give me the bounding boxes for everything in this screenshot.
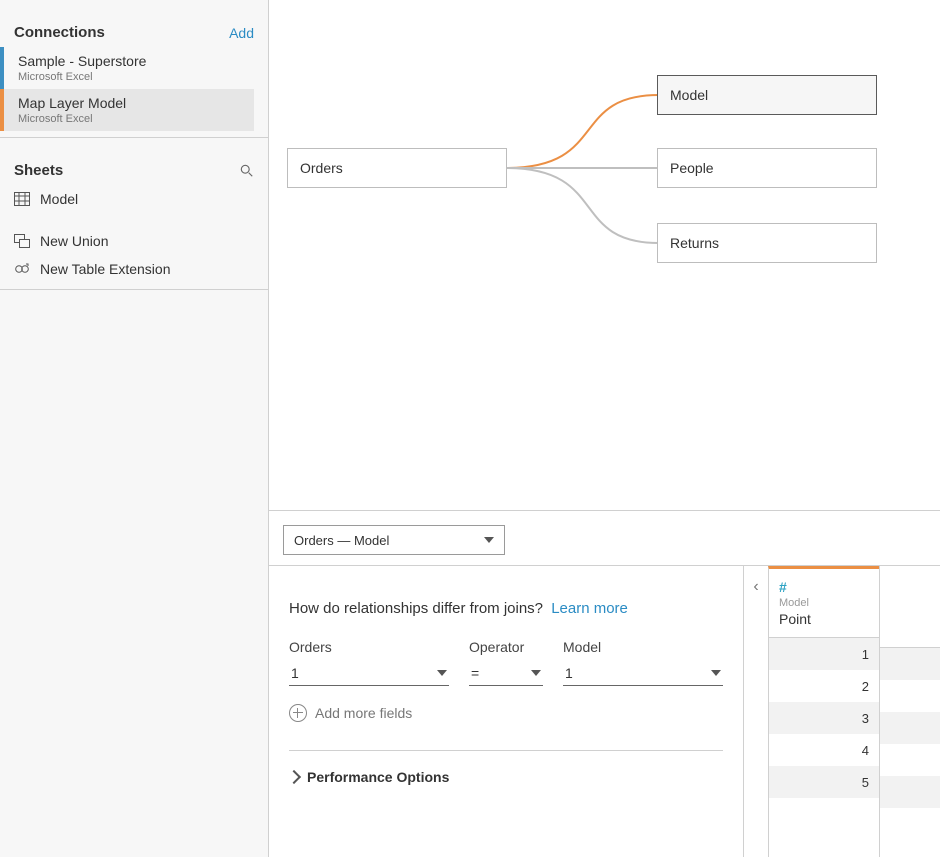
sheet-model[interactable]: Model: [14, 185, 254, 213]
table-icon: [14, 191, 30, 207]
relationship-editor: How do relationships differ from joins? …: [269, 566, 743, 857]
number-type-icon: #: [779, 579, 869, 595]
preview-header[interactable]: # Model Point: [769, 569, 879, 638]
sheet-label: Model: [40, 191, 78, 207]
data-preview: # Model Point 1 2 3 4 5: [768, 566, 879, 857]
search-icon[interactable]: [240, 164, 254, 178]
connection-map-layer-model[interactable]: Map Layer Model Microsoft Excel: [0, 89, 254, 131]
preview-source: Model: [779, 597, 869, 609]
preview-row: 2: [769, 670, 879, 702]
model-field-select[interactable]: 1: [563, 661, 723, 686]
node-returns[interactable]: Returns: [657, 223, 877, 263]
connections-heading: Connections: [14, 24, 105, 41]
union-icon: [14, 233, 30, 249]
operator-select[interactable]: =: [469, 661, 543, 686]
preview-extra-column: [879, 566, 940, 857]
preview-row: 5: [769, 766, 879, 798]
operator-label: Operator: [469, 639, 543, 655]
new-table-extension[interactable]: New Table Extension: [14, 255, 254, 283]
preview-row: 3: [769, 702, 879, 734]
node-orders[interactable]: Orders: [287, 148, 507, 188]
relationship-selector[interactable]: Orders — Model: [283, 525, 505, 555]
main-area: Orders Model People Returns Orders — Mod…: [269, 0, 940, 857]
sheets-heading: Sheets: [14, 162, 63, 179]
add-more-fields[interactable]: Add more fields: [289, 704, 723, 722]
preview-row: 4: [769, 734, 879, 766]
plus-icon: [289, 704, 307, 722]
help-text: How do relationships differ from joins? …: [289, 600, 723, 617]
divider: [0, 289, 268, 290]
connection-sample-superstore[interactable]: Sample - Superstore Microsoft Excel: [0, 47, 254, 89]
preview-row: 1: [769, 638, 879, 670]
learn-more-link[interactable]: Learn more: [551, 600, 628, 617]
chevron-down-icon: [484, 537, 494, 543]
new-union[interactable]: New Union: [14, 227, 254, 255]
data-model-canvas[interactable]: Orders Model People Returns: [269, 0, 940, 511]
relationship-bar: Orders — Model: [269, 511, 940, 566]
chevron-down-icon: [711, 670, 721, 676]
node-model[interactable]: Model: [657, 75, 877, 115]
preview-collapse-toggle[interactable]: ‹: [743, 566, 768, 857]
node-people[interactable]: People: [657, 148, 877, 188]
model-field-label: Model: [563, 639, 723, 655]
add-connection-link[interactable]: Add: [229, 25, 254, 41]
chevron-right-icon: [287, 770, 301, 784]
orders-field-select[interactable]: 1: [289, 661, 449, 686]
preview-field-name: Point: [779, 611, 869, 627]
performance-options-toggle[interactable]: Performance Options: [289, 750, 723, 785]
chevron-down-icon: [531, 670, 541, 676]
orders-field-label: Orders: [289, 639, 449, 655]
extension-icon: [14, 261, 30, 277]
chevron-down-icon: [437, 670, 447, 676]
left-panel: Connections Add Sample - Superstore Micr…: [0, 0, 269, 857]
